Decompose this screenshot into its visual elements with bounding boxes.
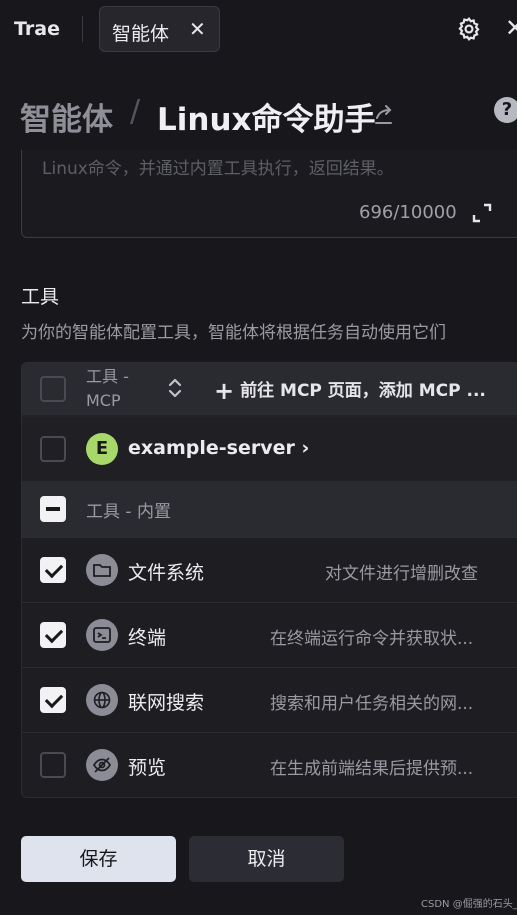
mcp-server-row[interactable]: E example-server › <box>22 417 517 481</box>
tool-description: 对文件进行增删改查 <box>325 564 478 584</box>
tool-checkbox[interactable] <box>40 752 66 778</box>
terminal-icon <box>86 619 118 651</box>
cancel-button[interactable]: 取消 <box>189 836 344 882</box>
character-counter: 696/10000 <box>359 202 457 223</box>
server-name-label: example-server <box>128 437 295 459</box>
tool-name: 预览 <box>128 757 167 779</box>
watermark: CSDN @倔强的石头_ <box>421 899 517 910</box>
tab-label: 智能体 <box>112 23 170 45</box>
tool-name: 联网搜索 <box>128 692 205 714</box>
title-bar: Trae 智能体 ✕ ✕ <box>0 0 517 58</box>
save-button[interactable]: 保存 <box>21 836 176 882</box>
add-mcp-label: 前往 MCP 页面，添加 MCP ... <box>240 381 486 401</box>
title-separator <box>82 16 83 42</box>
tools-table: 工具 - MCP + 前往 MCP 页面，添加 MCP ... E example… <box>21 362 517 798</box>
sort-icon[interactable] <box>168 377 182 399</box>
builtin-group-label: 工具 - 内置 <box>86 502 171 522</box>
chevron-right-icon: › <box>301 437 310 459</box>
tool-checkbox[interactable] <box>40 622 66 648</box>
tool-name: 文件系统 <box>128 562 205 584</box>
tool-description: 搜索和用户任务相关的网... <box>270 694 474 714</box>
close-icon[interactable]: ✕ <box>505 14 517 42</box>
tool-checkbox[interactable] <box>40 687 66 713</box>
tab-close-icon[interactable]: ✕ <box>189 17 206 41</box>
tools-section-title: 工具 <box>21 286 60 308</box>
tool-description: 在生成前端结果后提供预... <box>270 759 474 779</box>
server-name[interactable]: example-server › <box>128 437 309 459</box>
expand-icon[interactable] <box>472 203 492 223</box>
tool-name: 终端 <box>128 627 167 649</box>
globe-icon <box>86 684 118 716</box>
builtin-tools-group: 工具 - 内置 <box>22 481 517 537</box>
server-checkbox[interactable] <box>40 436 66 462</box>
gear-icon[interactable] <box>456 16 482 42</box>
page-title: Linux命令助手 <box>157 102 376 138</box>
tool-checkbox[interactable] <box>40 557 66 583</box>
server-avatar: E <box>86 433 118 465</box>
folder-icon <box>86 554 118 586</box>
tool-row[interactable]: 预览 在生成前端结果后提供预... <box>22 732 517 797</box>
builtin-group-checkbox[interactable] <box>40 496 66 522</box>
eye-icon <box>86 749 118 781</box>
tool-row[interactable]: 文件系统 对文件进行增删改查 <box>22 537 517 602</box>
tool-description: 在终端运行命令并获取状... <box>270 629 474 649</box>
prompt-text: Linux命令，并通过内置工具执行，返回结果。 <box>42 159 394 179</box>
select-all-checkbox[interactable] <box>40 376 66 402</box>
breadcrumb-separator: / <box>130 94 141 129</box>
column-header-tools-mcp: 工具 - MCP <box>86 367 129 410</box>
tool-row[interactable]: 终端 在终端运行命令并获取状... <box>22 602 517 667</box>
help-icon[interactable]: ? <box>494 97 517 123</box>
tab-agent[interactable]: 智能体 ✕ <box>99 6 220 52</box>
breadcrumb-root[interactable]: 智能体 <box>20 94 113 139</box>
plus-icon: + <box>214 377 235 405</box>
tools-table-header: 工具 - MCP + 前往 MCP 页面，添加 MCP ... <box>22 363 517 415</box>
share-icon[interactable] <box>372 103 396 127</box>
prompt-textarea[interactable]: Linux命令，并通过内置工具执行，返回结果。 696/10000 <box>21 150 517 238</box>
tool-row[interactable]: 联网搜索 搜索和用户任务相关的网... <box>22 667 517 732</box>
app-name: Trae <box>14 18 60 40</box>
tools-section-description: 为你的智能体配置工具，智能体将根据任务自动使用它们 <box>21 323 446 343</box>
add-mcp-button[interactable]: + 前往 MCP 页面，添加 MCP ... <box>214 376 486 405</box>
